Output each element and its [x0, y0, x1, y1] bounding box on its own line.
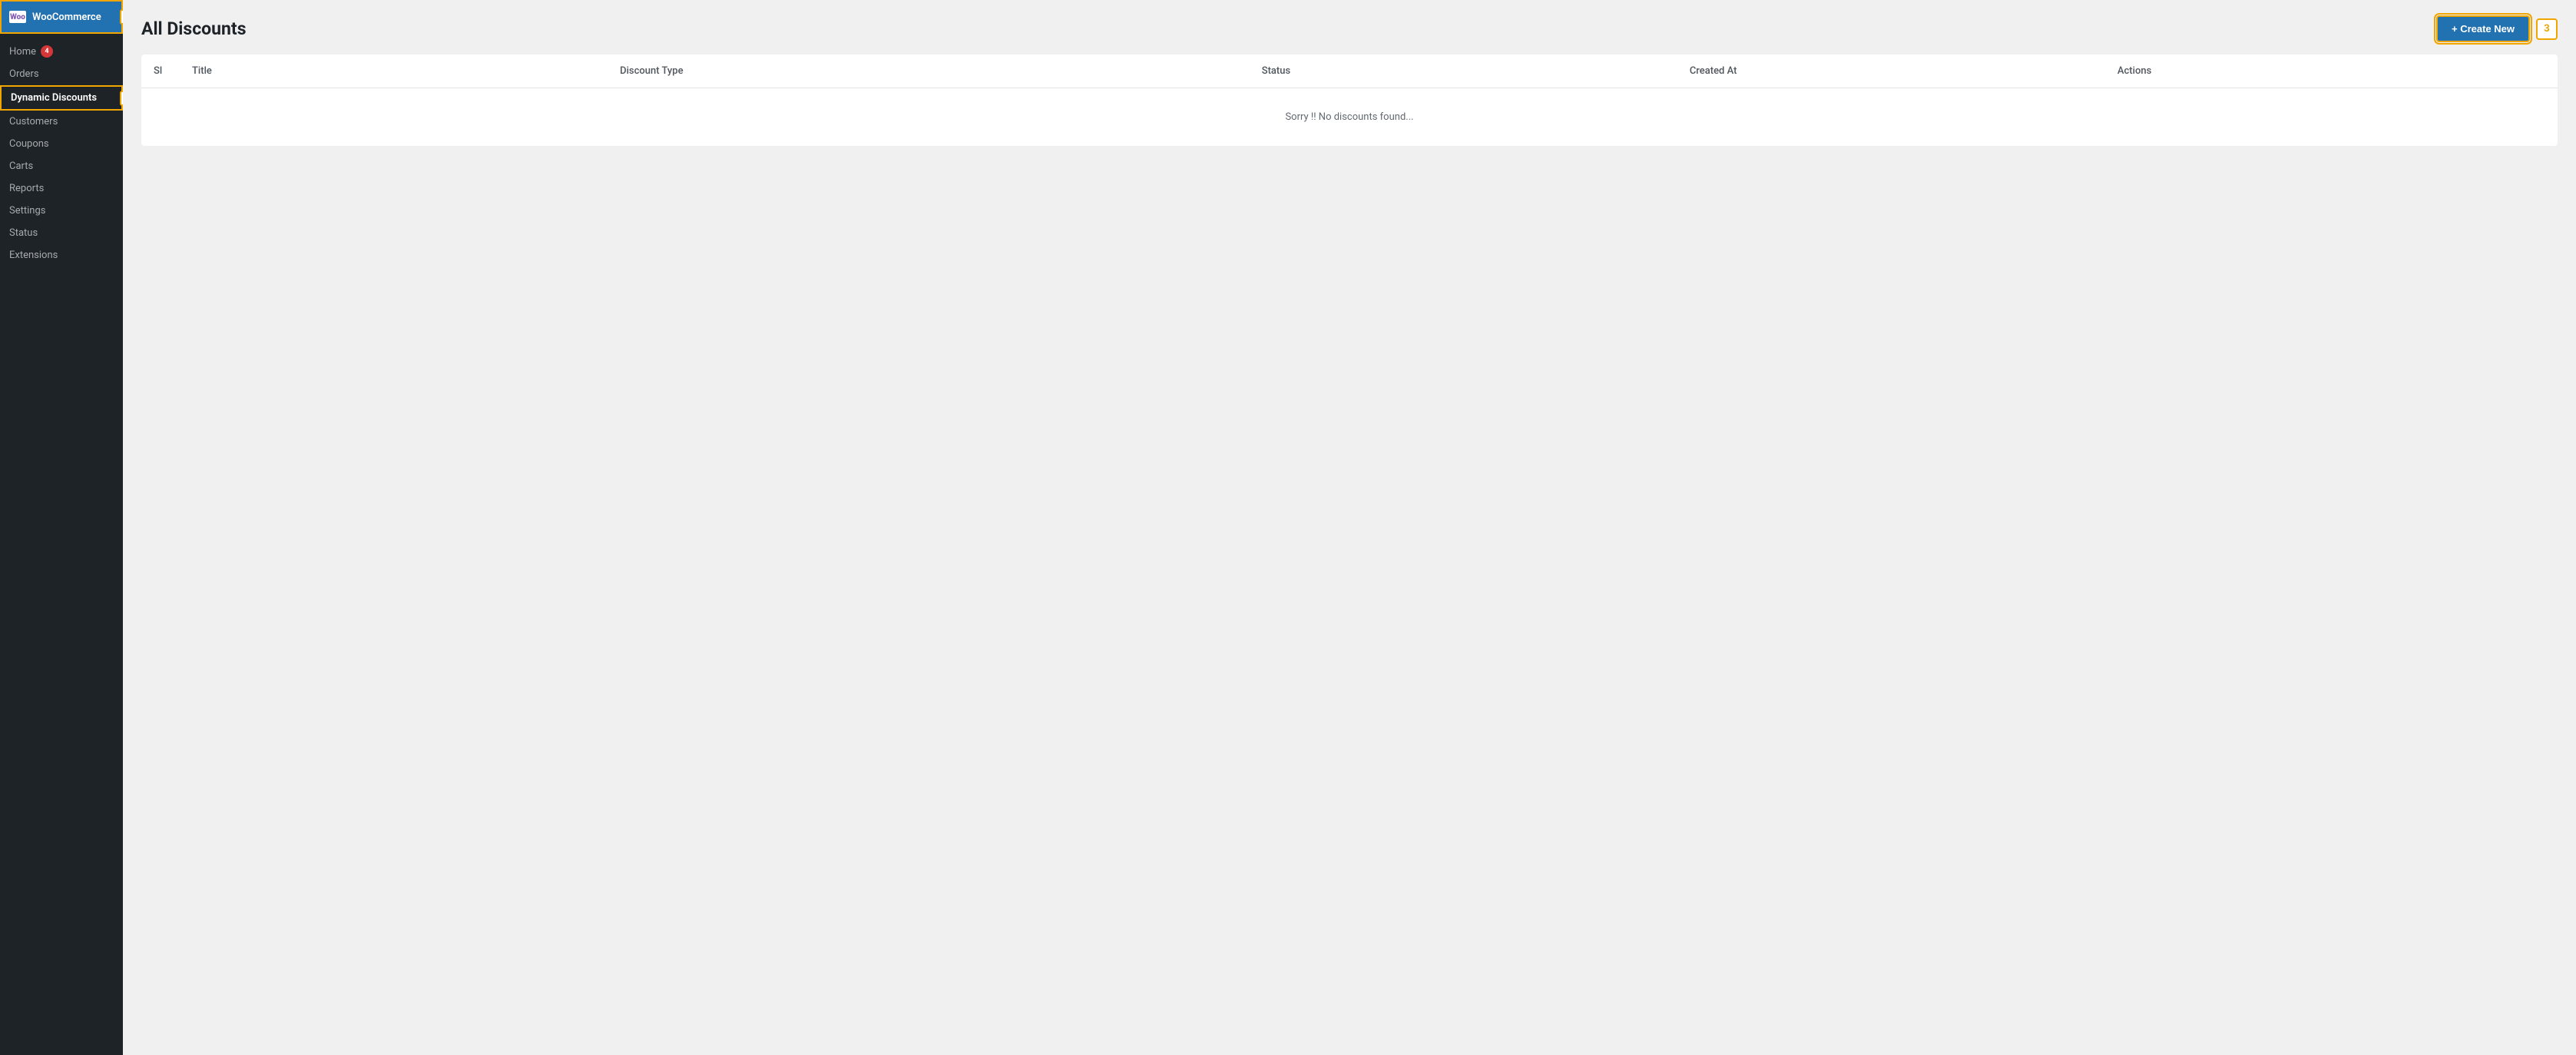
- table-empty-message: Sorry !! No discounts found...: [141, 88, 2558, 146]
- column-sl: Sl: [154, 65, 192, 77]
- sidebar-item-home-label: Home: [9, 46, 36, 58]
- sidebar-item-settings-label: Settings: [9, 205, 45, 217]
- sidebar-item-settings[interactable]: Settings: [0, 200, 123, 222]
- sidebar-item-extensions-label: Extensions: [9, 250, 58, 261]
- sidebar-item-orders-label: Orders: [9, 68, 39, 80]
- sidebar-item-carts[interactable]: Carts: [0, 155, 123, 177]
- sidebar-item-extensions[interactable]: Extensions: [0, 244, 123, 266]
- page-title: All Discounts: [141, 18, 247, 39]
- annotation-2: 2: [120, 91, 123, 106]
- annotation-1: 1: [120, 9, 123, 25]
- sidebar-item-customers-label: Customers: [9, 116, 58, 127]
- sidebar-item-reports-label: Reports: [9, 183, 44, 194]
- sidebar-item-orders[interactable]: Orders: [0, 63, 123, 85]
- column-title: Title: [192, 65, 620, 77]
- sidebar-item-carts-label: Carts: [9, 160, 33, 172]
- sidebar-item-reports[interactable]: Reports: [0, 177, 123, 200]
- sidebar-item-coupons-label: Coupons: [9, 138, 49, 150]
- sidebar-item-dynamic-discounts-label: Dynamic Discounts: [11, 92, 97, 104]
- page-header: All Discounts + Create New 3: [141, 15, 2558, 42]
- table-header: Sl Title Discount Type Status Created At…: [141, 55, 2558, 88]
- sidebar-item-status-label: Status: [9, 227, 38, 239]
- home-badge: 4: [41, 45, 53, 58]
- sidebar-nav: Home 4 Orders Dynamic Discounts 2 Custom…: [0, 34, 123, 319]
- sidebar-brand[interactable]: Woo WooCommerce 1: [0, 0, 123, 34]
- column-status: Status: [1262, 65, 1690, 77]
- header-right: + Create New 3: [2436, 15, 2558, 42]
- sidebar: Woo WooCommerce 1 Home 4 Orders Dynamic …: [0, 0, 123, 1055]
- sidebar-item-coupons[interactable]: Coupons: [0, 133, 123, 155]
- column-discount-type: Discount Type: [620, 65, 1262, 77]
- discounts-table: Sl Title Discount Type Status Created At…: [141, 55, 2558, 146]
- column-actions: Actions: [2117, 65, 2545, 77]
- sidebar-item-customers[interactable]: Customers: [0, 111, 123, 133]
- woocommerce-icon: Woo: [9, 11, 26, 23]
- main-content: All Discounts + Create New 3 Sl Title Di…: [123, 0, 2576, 1055]
- sidebar-brand-label: WooCommerce: [32, 12, 101, 23]
- sidebar-item-status[interactable]: Status: [0, 222, 123, 244]
- annotation-3: 3: [2536, 18, 2558, 40]
- create-new-button[interactable]: + Create New: [2436, 15, 2530, 42]
- sidebar-item-dynamic-discounts[interactable]: Dynamic Discounts 2: [0, 85, 123, 111]
- sidebar-item-home[interactable]: Home 4: [0, 40, 123, 63]
- column-created-at: Created At: [1690, 65, 2117, 77]
